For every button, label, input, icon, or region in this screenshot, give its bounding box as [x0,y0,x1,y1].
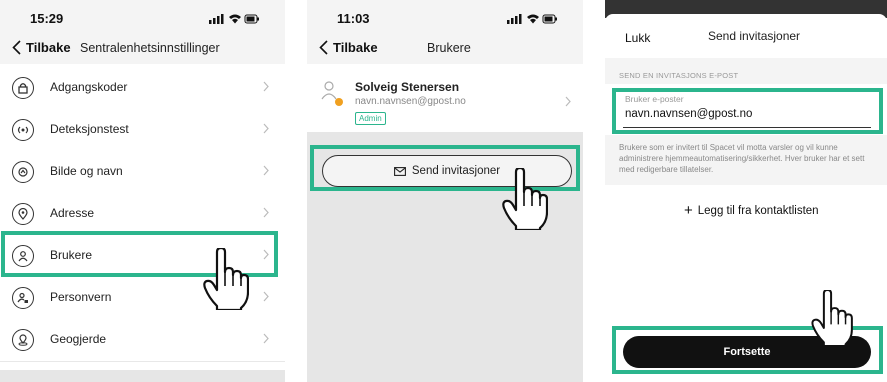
chevron-right-icon [263,333,269,344]
location-pin-icon [12,203,34,225]
chevron-right-icon [565,96,571,107]
plus-icon: + [684,202,693,219]
settings-item-geogjerde[interactable]: Geogjerde [0,319,285,362]
mail-icon [393,166,406,176]
settings-item-brukere[interactable]: Brukere [0,235,285,278]
back-label: Tilbake [333,40,378,55]
add-from-contacts-button[interactable]: + Legg til fra kontaktlisten [684,202,819,219]
back-button[interactable]: Tilbake [319,40,378,55]
section-header: SEND EN INVITASJONS E-POST [605,58,887,84]
geofence-icon [12,329,34,351]
continue-label: Fortsette [723,346,771,358]
empty-area [0,370,285,382]
settings-item-bilde-og-navn[interactable]: Bilde og navn [0,151,285,194]
settings-item-label: Adresse [50,206,95,220]
close-button[interactable]: Lukk [625,31,650,45]
chevron-right-icon [263,291,269,302]
settings-item-adgangskoder[interactable]: Adgangskoder [0,67,285,110]
nav-bar: Tilbake Brukere [307,34,583,64]
settings-item-label: Deteksjonstest [50,122,129,136]
nav-bar: Tilbake Sentralenhetsinnstillinger [0,34,285,64]
email-field-label: Bruker e-poster [625,94,684,104]
status-bar: 11:03 [307,0,583,34]
settings-item-adresse[interactable]: Adresse [0,193,285,236]
send-invitations-button[interactable]: Send invitasjoner [322,155,572,187]
chevron-right-icon [263,249,269,260]
send-invitation-screen: Lukk Send invitasjoner SEND EN INVITASJO… [605,0,887,382]
back-button[interactable]: Tilbake [12,40,71,55]
status-dot [335,98,343,106]
settings-item-label: Geogjerde [50,332,107,346]
chevron-right-icon [263,165,269,176]
settings-item-label: Bilde og navn [50,164,123,178]
send-invitations-label: Send invitasjoner [411,165,501,177]
status-icons [507,14,557,24]
field-underline [623,127,871,128]
settings-item-label: Adgangskoder [50,80,128,94]
chevron-left-icon [319,40,328,55]
continue-button[interactable]: Fortsette [623,336,871,368]
page-title: Sentralenhetsinnstillinger [80,41,220,55]
chevron-right-icon [263,81,269,92]
status-icons [209,14,259,24]
settings-item-deteksjonstest[interactable]: Deteksjonstest [0,109,285,152]
chevron-right-icon [263,123,269,134]
status-bar: 15:29 [0,0,285,34]
user-list-item[interactable]: Solveig Stenersen navn.navnsen@gpost.no … [307,64,583,132]
lock-icon [12,77,34,99]
settings-item-label: Personvern [50,290,112,304]
section-label: SEND EN INVITASJONS E-POST [619,71,739,80]
email-field[interactable]: navn.navnsen@gpost.no [625,108,752,120]
description-text: Brukere som er invitert til Spacet vil m… [619,143,865,174]
user-email: navn.navnsen@gpost.no [355,96,466,107]
user-icon [12,245,34,267]
image-icon [12,161,34,183]
chevron-right-icon [263,207,269,218]
status-time: 11:03 [337,11,370,26]
status-time: 15:29 [30,11,64,26]
users-screen: 11:03 Tilbake Brukere Solveig Stenersen … [307,0,583,382]
modal-header: Lukk Send invitasjoner [605,14,887,58]
add-from-contacts-label: Legg til fra kontaktlisten [697,205,819,217]
modal-title: Send invitasjoner [708,29,801,43]
settings-screen: 15:29 Tilbake Sentralenhetsinnstillinger… [0,0,285,382]
user-lock-icon [12,287,34,309]
settings-item-label: Brukere [50,248,93,262]
settings-item-personvern[interactable]: Personvern [0,277,285,320]
avatar [321,81,337,100]
back-label: Tilbake [26,40,71,55]
chevron-left-icon [12,40,21,55]
signal-icon [12,119,34,141]
role-badge: Admin [355,112,386,125]
user-name: Solveig Stenersen [355,80,460,94]
page-title: Brukere [427,41,471,55]
